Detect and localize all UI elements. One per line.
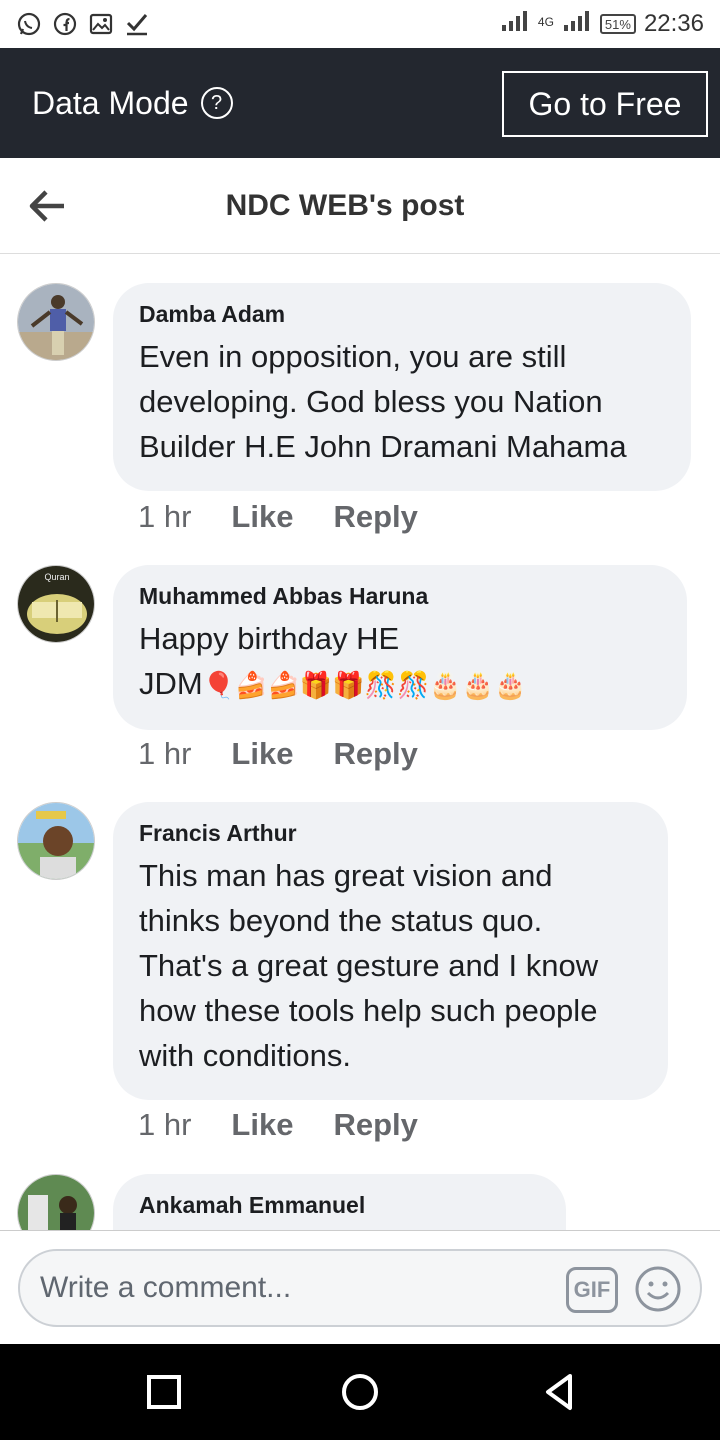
commenter-name[interactable]: Damba Adam (139, 301, 665, 328)
back-icon[interactable] (540, 1372, 580, 1412)
comment-bubble: Ankamah Emmanuel (113, 1174, 566, 1230)
page-title: NDC WEB's post (225, 188, 465, 222)
comment-text: Happy birthday HE JDM🎈🍰🍰🎁🎁🎊🎊🎂🎂🎂 (139, 616, 661, 708)
comment-composer: Write a comment... GIF (0, 1230, 720, 1344)
network-type: 4G (537, 14, 554, 29)
comment-bubble: Muhammed Abbas Haruna Happy birthday HE … (113, 565, 687, 730)
post-header: NDC WEB's post (0, 158, 720, 254)
data-mode-title: Data Mode ? (32, 85, 233, 122)
emoji-string: 🎈🍰🍰🎁🎁🎊🎊🎂🎂🎂 (202, 670, 527, 700)
checkmark-icon (124, 11, 150, 37)
data-mode-bar: Data Mode ? Go to Free (0, 48, 720, 158)
comment-time: 1 hr (138, 736, 192, 771)
avatar[interactable]: Quran (17, 565, 95, 643)
gif-button[interactable]: GIF (566, 1267, 618, 1313)
back-arrow-icon[interactable] (28, 188, 68, 224)
signal-icon (500, 9, 530, 40)
like-button[interactable]: Like (231, 736, 293, 772)
avatar[interactable] (17, 802, 95, 880)
commenter-name[interactable]: Ankamah Emmanuel (139, 1192, 540, 1219)
gallery-icon (88, 11, 114, 37)
signal-icon-2 (562, 9, 592, 40)
clock: 22:36 (643, 10, 704, 37)
comments-list[interactable]: Damba Adam Even in opposition, you are s… (0, 255, 720, 1230)
battery-indicator: 51% (599, 14, 636, 34)
comment-bubble: Francis Arthur This man has great vision… (113, 802, 668, 1100)
comment-time: 1 hr (138, 499, 192, 534)
reply-button[interactable]: Reply (333, 1107, 417, 1143)
reply-button[interactable]: Reply (333, 499, 417, 535)
comment-text: This man has great vision and thinks bey… (139, 858, 599, 1073)
comment-actions: 1 hr Like Reply (138, 1107, 418, 1143)
reply-button[interactable]: Reply (333, 736, 417, 772)
like-button[interactable]: Like (231, 1107, 293, 1143)
comment-text: Even in opposition, you are still develo… (139, 339, 627, 464)
comment-bubble: Damba Adam Even in opposition, you are s… (113, 283, 691, 491)
comment-placeholder: Write a comment... (40, 1271, 292, 1304)
comment-actions: 1 hr Like Reply (138, 499, 418, 535)
go-to-free-button[interactable]: Go to Free (502, 71, 708, 137)
comment-time: 1 hr (138, 1107, 192, 1142)
help-icon[interactable]: ? (200, 87, 233, 119)
whatsapp-icon (16, 11, 42, 37)
commenter-name[interactable]: Francis Arthur (139, 820, 642, 847)
facebook-icon (52, 11, 78, 37)
emoji-icon[interactable] (634, 1265, 682, 1313)
navigation-bar (0, 1344, 720, 1440)
avatar[interactable] (17, 1174, 95, 1230)
comment-input[interactable]: Write a comment... GIF (18, 1249, 702, 1327)
home-icon[interactable] (340, 1372, 380, 1412)
notification-icons (16, 11, 150, 37)
like-button[interactable]: Like (231, 499, 293, 535)
comment-actions: 1 hr Like Reply (138, 736, 418, 772)
recents-icon[interactable] (144, 1372, 184, 1412)
commenter-name[interactable]: Muhammed Abbas Haruna (139, 583, 661, 610)
data-mode-label: Data Mode (32, 84, 189, 121)
avatar-caption: Quran (44, 572, 70, 582)
status-bar: 4G 51% 22:36 (0, 0, 720, 48)
avatar[interactable] (17, 283, 95, 361)
